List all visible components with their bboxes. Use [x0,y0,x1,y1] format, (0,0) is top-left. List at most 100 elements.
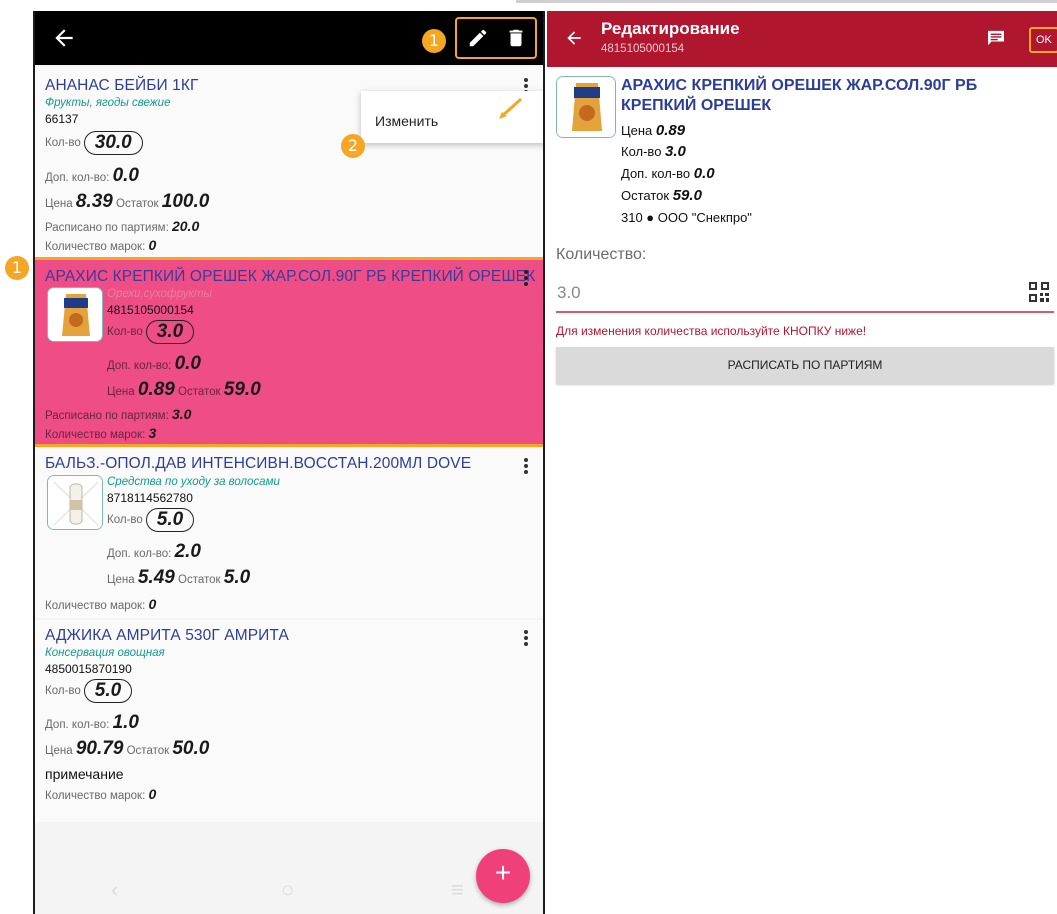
extra-qty-value: 0.0 [174,353,201,374]
qty-row: Кол-во 5.0 [107,508,195,532]
step-badge-2: 2 [341,134,365,158]
marks-label: Количество марок: [45,790,146,802]
extra-qty-value: 1.0 [112,712,139,733]
back-arrow-icon[interactable] [51,25,77,51]
context-menu: Изменить [361,91,543,143]
quantity-label: Количество: [556,246,647,263]
item-category: Фрукты, ягоды свежие [45,97,171,109]
item-category: Орехи,сухофрукты [107,288,212,300]
left-toolbar [35,11,543,65]
marks-row: Количество марок: 0 [45,786,156,802]
stock-value: 50.0 [172,738,210,759]
price-row: Цена 0.89 Остаток 59.0 [107,379,261,401]
qty-label: Кол-во [107,326,143,339]
extra-qty-label: Доп. кол-во: [107,360,172,372]
qty-label: Кол-во [107,514,143,527]
back-arrow-icon[interactable] [564,28,584,48]
price-row: Цена 8.39 Остаток 100.0 [45,191,209,213]
add-item-button[interactable]: + [476,849,530,903]
marks-label: Количество марок: [45,241,146,253]
stock-label: Остаток [116,198,159,210]
document-list-screen: АНАНАС БЕЙБИ 1КГ Фрукты, ягоды свежие 66… [33,11,545,914]
edit-item-screen: Редактирование 4815105000154 OK АРАХИС К… [547,11,1057,914]
price-line: Цена 0.89 [621,122,685,139]
extra-qty-label: Доп. кол-во: [107,548,172,560]
item-barcode: 4815105000154 [107,303,194,317]
extra-qty-label: Доп. кол-во: [45,719,110,731]
extra-qty-row: Доп. кол-во: 0.0 [107,353,201,375]
marks-row: Количество марок: 0 [45,596,156,612]
price-label: Цена [45,198,73,210]
stock-label: Остаток [126,745,170,757]
batches-value: 3.0 [171,406,192,422]
price-label: Цена [107,386,135,398]
toolbar-actions-highlight [455,17,537,59]
marks-value: 0 [148,596,157,612]
batches-label: Расписано по партиям: [45,222,169,234]
price-value: 5.49 [137,567,175,588]
more-vert-icon[interactable] [523,269,529,289]
stock-value: 5.0 [223,567,251,588]
marks-row: Количество марок: 3 [45,425,156,441]
extra-qty-value: 0.0 [693,165,715,182]
list-item-selected[interactable]: АРАХИС КРЕПКИЙ ОРЕШЕК ЖАР.СОЛ.90Г РБ КРЕ… [35,257,543,447]
price-label: Цена [621,123,653,138]
qty-value[interactable]: 5.0 [83,679,133,703]
price-value: 0.89 [655,122,686,139]
quantity-input[interactable] [556,279,996,307]
batches-row: Расписано по партиям: 3.0 [45,406,191,422]
ok-button[interactable]: OK [1029,27,1057,53]
pencil-icon[interactable] [467,27,489,49]
item-title: АНАНАС БЕЙБИ 1КГ [45,77,199,94]
stock-value: 59.0 [672,187,702,204]
qty-row: Кол-во 30.0 [45,131,143,155]
list-item[interactable]: АДЖИКА АМРИТА 530Г АМРИТА Консервация ов… [35,620,543,822]
price-row: Цена 90.79 Остаток 50.0 [45,738,209,760]
qty-value[interactable]: 30.0 [83,131,143,155]
menu-item-edit[interactable]: Изменить [375,113,438,129]
item-barcode: 66137 [45,112,79,126]
step-badge-1-card: 1 [5,256,29,280]
extra-qty-row: Доп. кол-во: 1.0 [45,712,139,734]
product-thumbnail [47,287,103,342]
extra-qty-value: 0.0 [112,165,139,186]
item-note: примечание [45,766,124,782]
product-thumbnail [556,76,616,138]
item-category: Консервация овощная [45,647,165,659]
stock-label: Остаток [178,386,221,398]
qty-value[interactable]: 3.0 [145,320,195,344]
edit-arrow-pointer-icon [499,97,523,119]
quantity-field [556,279,1054,313]
stock-line: Остаток 59.0 [621,187,702,204]
price-label: Цена [107,574,135,586]
qty-label: Кол-во [45,685,81,698]
price-value: 90.79 [75,738,124,759]
more-vert-icon[interactable] [523,457,529,477]
message-icon[interactable] [987,30,1005,46]
qty-line: Кол-во 3.0 [621,143,686,160]
extra-qty-row: Доп. кол-во: 0.0 [45,165,139,187]
assign-batches-button[interactable]: РАСПИСАТЬ ПО ПАРТИЯМ [556,347,1054,384]
marks-value: 0 [148,786,157,802]
right-toolbar: Редактирование 4815105000154 OK [547,11,1057,67]
marks-row: Количество марок: 0 [45,237,156,253]
stock-label: Остаток [178,574,221,586]
stock-value: 100.0 [161,191,210,212]
qr-code-icon[interactable] [1028,281,1050,303]
item-barcode: 4850015870190 [45,662,132,676]
more-vert-icon[interactable] [523,629,529,649]
trash-icon[interactable] [505,26,527,50]
list-item[interactable]: БАЛЬЗ.-ОПОЛ.ДАВ ИНТЕНСИВН.ВОССТАН.200МЛ … [35,448,543,618]
qty-row: Кол-во 5.0 [45,679,133,703]
qty-value[interactable]: 5.0 [145,508,195,532]
extra-qty-value: 2.0 [174,541,201,562]
top-divider [516,0,1057,3]
marks-label: Количество марок: [45,600,146,612]
price-value: 0.89 [137,379,175,400]
price-value: 8.39 [75,191,113,212]
extra-qty-row: Доп. кол-во: 2.0 [107,541,201,563]
batches-label: Расписано по партиям: [45,410,169,422]
stock-value: 59.0 [223,379,261,400]
extra-qty-line: Доп. кол-во 0.0 [621,165,715,182]
batches-value: 20.0 [171,218,200,234]
